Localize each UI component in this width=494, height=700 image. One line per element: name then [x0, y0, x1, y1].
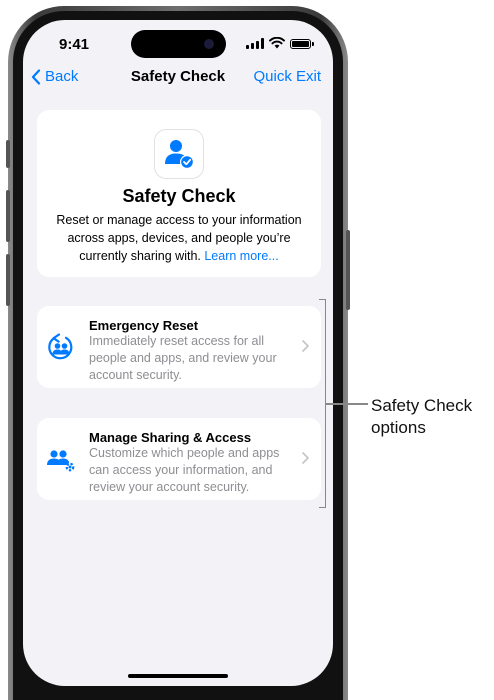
- chevron-right-icon: [302, 452, 309, 464]
- home-indicator[interactable]: [128, 674, 228, 678]
- emergency-reset-option[interactable]: Emergency Reset Immediately reset access…: [37, 306, 321, 388]
- header-title: Safety Check: [122, 186, 236, 206]
- learn-more-link[interactable]: Learn more...: [204, 249, 278, 263]
- status-icons: [246, 37, 314, 49]
- volume-up-button: [6, 190, 10, 242]
- status-time: 9:41: [59, 36, 90, 53]
- battery-icon: [290, 39, 314, 49]
- callout-line-2: options: [371, 418, 426, 437]
- camera-icon: [204, 39, 214, 49]
- chevron-right-icon: [302, 340, 309, 352]
- header-description: Reset or manage access to your informati…: [49, 211, 309, 265]
- option-description: Immediately reset access for all people …: [89, 334, 277, 382]
- manage-sharing-access-option[interactable]: Manage Sharing & Access Customize which …: [37, 418, 321, 500]
- callout-line: [326, 403, 368, 405]
- dynamic-island: [131, 30, 226, 58]
- safety-check-header-card: Safety Check Reset or manage access to y…: [37, 110, 321, 277]
- phone-screen: 9:41 Back Safety Check Quick Exit Safety…: [23, 20, 333, 686]
- manage-sharing-icon: [47, 450, 75, 472]
- wifi-icon: [269, 37, 285, 49]
- callout-label: Safety Check options: [371, 395, 472, 439]
- action-button: [6, 140, 10, 168]
- navigation-bar: Back Safety Check Quick Exit: [23, 68, 333, 90]
- emergency-reset-icon: [48, 333, 73, 360]
- person-shield-icon: [155, 130, 203, 178]
- option-title: Manage Sharing & Access: [89, 430, 252, 445]
- option-title: Emergency Reset: [89, 318, 199, 333]
- quick-exit-button[interactable]: Quick Exit: [253, 68, 321, 85]
- volume-down-button: [6, 254, 10, 306]
- callout-line-1: Safety Check: [371, 396, 473, 415]
- options-bracket: [319, 299, 326, 508]
- cellular-signal-icon: [246, 38, 264, 49]
- power-button: [346, 230, 350, 310]
- option-description: Customize which people and apps can acce…: [89, 446, 280, 494]
